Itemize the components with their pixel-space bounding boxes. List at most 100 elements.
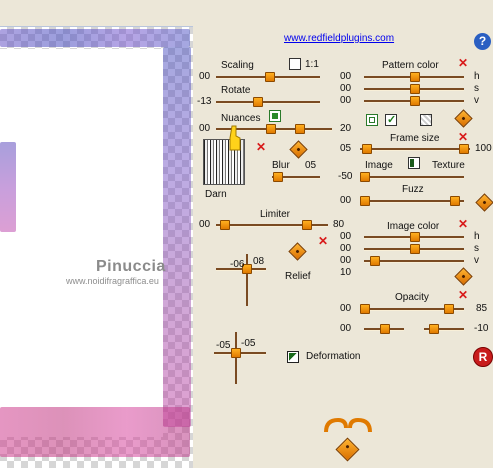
frame-size-thumb-right[interactable] (459, 144, 469, 154)
frame-stroke-bottom (0, 407, 190, 457)
opacity-label: Opacity (395, 292, 429, 303)
pattern-color-label: Pattern color (382, 60, 439, 71)
relief-y-axis[interactable] (246, 254, 248, 306)
watermark-text: Pinuccia (96, 258, 166, 275)
image-s-label: s (474, 243, 479, 254)
nuances-left-value: 00 (199, 123, 211, 134)
opacity-thumb-right[interactable] (444, 304, 454, 314)
frame-stroke-top (0, 29, 190, 47)
opacity-row2-thumb-b[interactable] (429, 324, 439, 334)
image-h-label: h (474, 231, 480, 242)
frame-stroke-left (0, 142, 16, 232)
image-color-random-icon[interactable] (454, 267, 473, 286)
opacity-left-value: 00 (340, 303, 352, 314)
image-texture-toggle[interactable] (408, 157, 420, 169)
opacity-row2-right-value: -10 (474, 323, 489, 334)
scaling-label: Scaling (221, 60, 254, 71)
image-color-reset-icon[interactable]: ✕ (458, 218, 468, 230)
blur-slider-thumb[interactable] (273, 172, 283, 182)
fuzz-value: 00 (340, 195, 352, 206)
pattern-v-value: 00 (340, 95, 352, 106)
limiter-slider-thumb-right[interactable] (302, 220, 312, 230)
texture-name: Darn (205, 189, 227, 200)
pattern-s-thumb[interactable] (410, 84, 420, 94)
toggle-icon (410, 159, 414, 167)
color-random-icon[interactable] (454, 109, 473, 128)
image-texture-value: -50 (338, 171, 353, 182)
image-v-thumb[interactable] (370, 256, 380, 266)
deformation-check-icon (289, 353, 297, 361)
rotate-slider[interactable] (216, 101, 320, 103)
image-texture-slider[interactable] (360, 176, 464, 178)
rotate-value: -13 (197, 96, 212, 107)
frame-size-thumb-left[interactable] (362, 144, 372, 154)
scaling-value: 00 (199, 71, 211, 82)
nuances-checkbox[interactable] (269, 110, 281, 122)
relief-label: Relief (285, 271, 311, 282)
deformation-label: Deformation (306, 351, 361, 362)
pattern-h-thumb[interactable] (410, 72, 420, 82)
deformation-checkbox[interactable] (287, 351, 299, 363)
scaling-slider-thumb[interactable] (265, 72, 275, 82)
preview-image-area (0, 49, 163, 437)
opacity-reset-icon[interactable]: ✕ (458, 289, 468, 301)
frame-stroke-right (163, 47, 191, 427)
image-v-value: 00 (340, 255, 352, 266)
pattern-v-thumb[interactable] (410, 96, 420, 106)
fuzz-label: Fuzz (402, 184, 424, 195)
opacity-thumb-left[interactable] (360, 304, 370, 314)
blur-value: 05 (305, 160, 317, 171)
undo-redo-icon[interactable] (322, 416, 374, 434)
deformation-x-value: -05 (216, 340, 231, 351)
checkmark-icon: ✓ (387, 114, 397, 126)
texture-mix-label: Texture (432, 160, 465, 171)
nuances-slider-thumb-right[interactable] (295, 124, 305, 134)
fuzz-thumb-right[interactable] (450, 196, 460, 206)
pattern-s-label: s (474, 83, 479, 94)
opacity-right-value: 85 (476, 303, 488, 314)
nuances-right-value: 20 (340, 123, 352, 134)
pattern-color-reset-icon[interactable]: ✕ (458, 57, 468, 69)
preview-canvas[interactable]: Pinuccia www.noidifragraffica.eu (0, 27, 193, 468)
lock-ratio-checkbox[interactable] (289, 58, 301, 70)
help-icon[interactable]: ? (474, 33, 491, 50)
nuances-slider-thumb-left[interactable] (266, 124, 276, 134)
rotate-slider-thumb[interactable] (253, 97, 263, 107)
pattern-h-value: 00 (340, 71, 352, 82)
fuzz-thumb-left[interactable] (360, 196, 370, 206)
fuzz-slider[interactable] (360, 200, 464, 202)
limiter-slider-thumb-left[interactable] (220, 220, 230, 230)
random-all-icon[interactable] (335, 437, 360, 462)
frame-size-slider[interactable] (360, 148, 470, 150)
redfield-link[interactable]: www.redfieldplugins.com (284, 33, 394, 44)
mode-checkbox-2[interactable]: ✓ (385, 114, 397, 126)
relief-y-value: 08 (253, 256, 265, 267)
limiter-right-value: 80 (333, 219, 345, 230)
deformation-y-axis[interactable] (235, 332, 237, 384)
frame-size-reset-icon[interactable]: ✕ (458, 131, 468, 143)
relief-reset-icon[interactable]: ✕ (318, 235, 328, 247)
opacity-row2-thumb-a[interactable] (380, 324, 390, 334)
blur-label: Blur (272, 160, 290, 171)
texture-remove-icon[interactable]: ✕ (256, 141, 266, 153)
image-texture-thumb[interactable] (360, 172, 370, 182)
image-s-value: 00 (340, 243, 352, 254)
fuzz-random-icon[interactable] (475, 193, 493, 212)
texture-random-icon[interactable] (289, 140, 308, 159)
image-s-thumb[interactable] (410, 244, 420, 254)
deformation-y-value: -05 (241, 338, 256, 349)
relief-random-icon[interactable] (288, 242, 307, 261)
nuances-check-icon (272, 113, 278, 119)
relief-x-value: -06 (230, 259, 245, 270)
mode1-icon (369, 117, 375, 123)
frame-size-left-value: 05 (340, 143, 352, 154)
image-h-thumb[interactable] (410, 232, 420, 242)
mode-checkbox-1[interactable] (366, 114, 378, 126)
frame-size-label: Frame size (390, 133, 440, 144)
lock-ratio-label: 1:1 (305, 59, 319, 70)
deformation-thumb[interactable] (231, 348, 241, 358)
mode-checkbox-3[interactable] (420, 114, 432, 126)
reset-all-button[interactable]: R (473, 347, 493, 367)
rotate-label: Rotate (221, 85, 251, 96)
pointer-hand-icon (229, 125, 241, 151)
